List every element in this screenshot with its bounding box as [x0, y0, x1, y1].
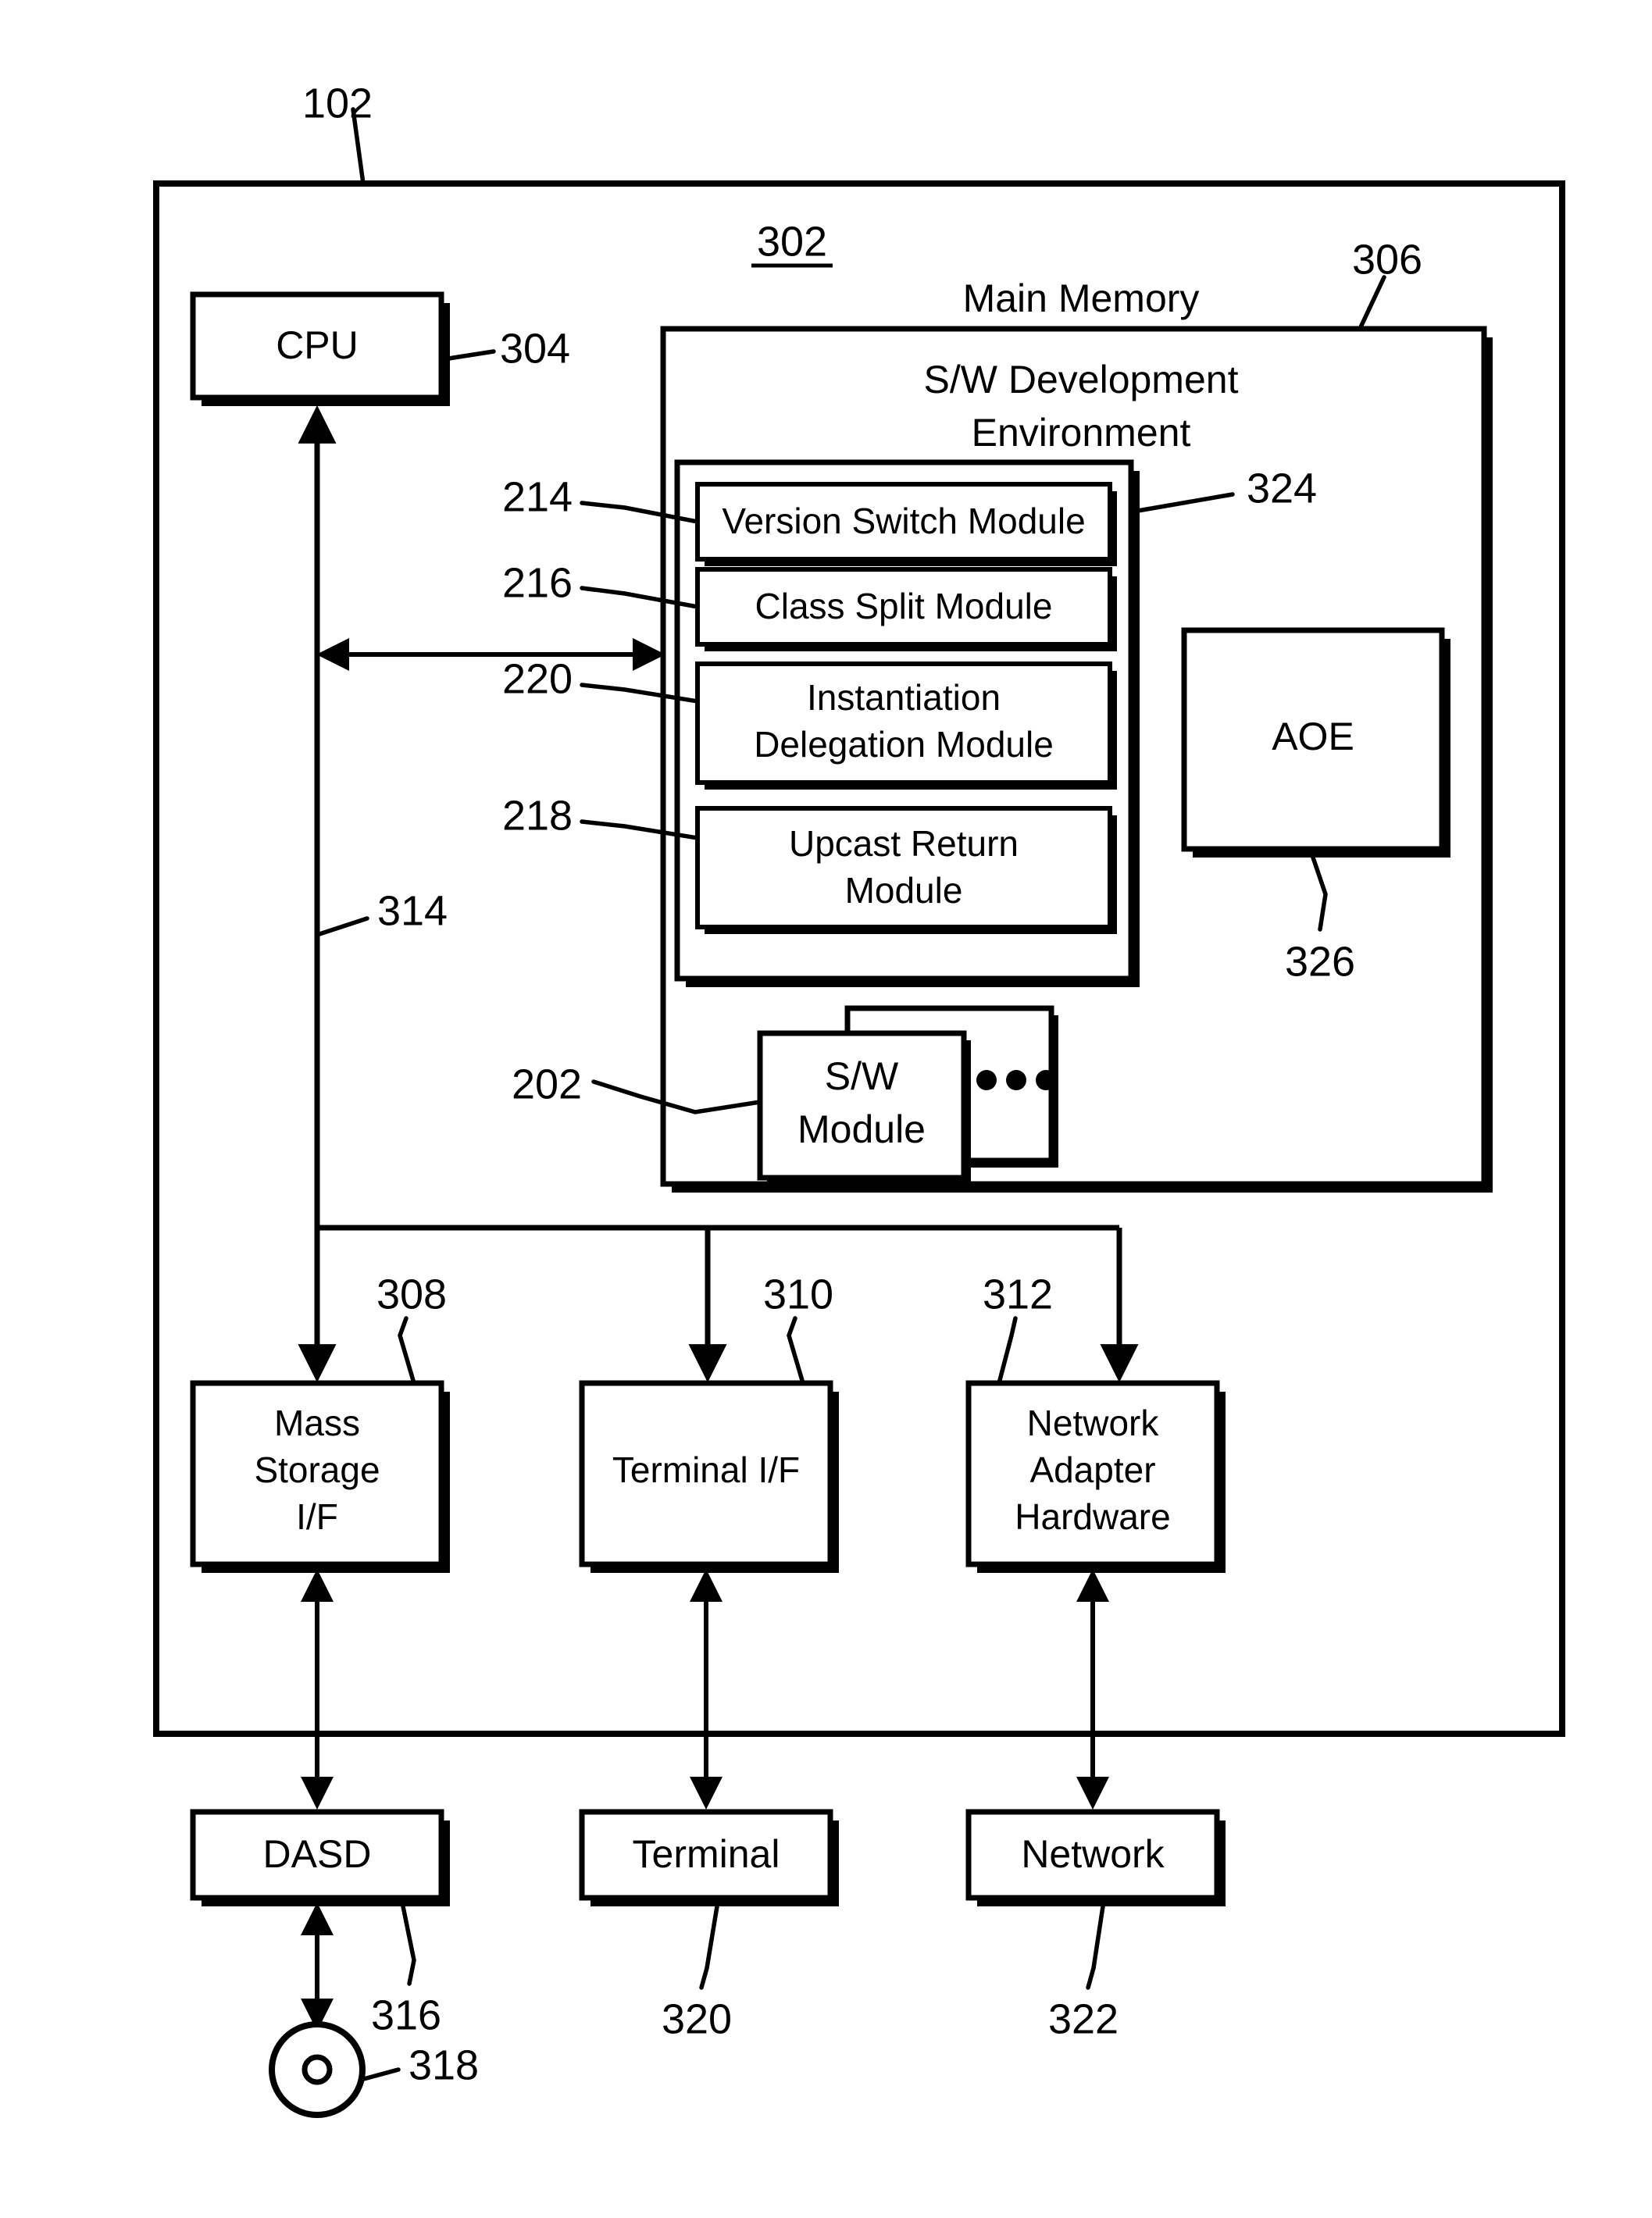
block-diagram: 102 CPU 304 314 Main Memory 302 306 S/W … — [0, 0, 1652, 2218]
ref-202: 202 — [512, 1061, 582, 1107]
cpu-label: CPU — [276, 323, 359, 367]
disk-spindle-icon — [301, 2054, 333, 2085]
ref-216: 216 — [502, 559, 573, 606]
figure-canvas: 102 CPU 304 314 Main Memory 302 306 S/W … — [0, 0, 1652, 2218]
ref-322: 322 — [1048, 1995, 1119, 2042]
ref-324: 324 — [1247, 465, 1317, 512]
mass-storage-if-label-line1: Mass — [274, 1403, 360, 1443]
ref-318: 318 — [409, 2041, 479, 2088]
ref-310: 310 — [763, 1271, 833, 1318]
mass-storage-if-label-line2: Storage — [254, 1450, 380, 1490]
main-memory-title: Main Memory — [963, 276, 1200, 320]
ref-308: 308 — [376, 1271, 447, 1318]
upcast-return-module-label-line2: Module — [845, 870, 963, 911]
instantiation-delegation-module-label-line1: Instantiation — [807, 677, 1001, 718]
mass-storage-if-label-line3: I/F — [296, 1496, 338, 1537]
ref-320: 320 — [662, 1995, 732, 2042]
ref-316: 316 — [371, 1992, 441, 2038]
ref-314: 314 — [377, 887, 448, 934]
ref-218: 218 — [502, 792, 573, 839]
ref-306: 306 — [1352, 236, 1422, 283]
network-label: Network — [1021, 1832, 1165, 1876]
network-adapter-hw-label-line2: Adapter — [1029, 1450, 1155, 1490]
ref-102: 102 — [302, 80, 373, 127]
network-adapter-hw-label-line1: Network — [1027, 1403, 1160, 1443]
class-split-module-label: Class Split Module — [755, 586, 1053, 626]
terminal-label: Terminal — [633, 1832, 780, 1876]
ref-312: 312 — [983, 1271, 1053, 1318]
ellipsis-icon — [976, 1070, 1056, 1090]
ref-304: 304 — [500, 325, 570, 372]
sw-dev-env-title-line1: S/W Development — [924, 358, 1239, 401]
sw-dev-env-title-line2: Environment — [972, 411, 1191, 455]
ref-326: 326 — [1285, 938, 1355, 985]
terminal-if-label: Terminal I/F — [612, 1450, 800, 1490]
dasd-label: DASD — [263, 1832, 372, 1876]
sw-module-label-line2: Module — [797, 1107, 926, 1151]
network-adapter-hw-label-line3: Hardware — [1015, 1496, 1170, 1537]
sw-module-label-line1: S/W — [825, 1054, 899, 1098]
ref-220: 220 — [502, 655, 573, 702]
ref-214: 214 — [502, 473, 573, 520]
upcast-return-module-label-line1: Upcast Return — [789, 823, 1019, 864]
version-switch-module-label: Version Switch Module — [722, 501, 1085, 541]
ref-302: 302 — [757, 218, 827, 265]
aoe-label: AOE — [1272, 715, 1354, 758]
instantiation-delegation-module-label-line2: Delegation Module — [754, 724, 1054, 765]
